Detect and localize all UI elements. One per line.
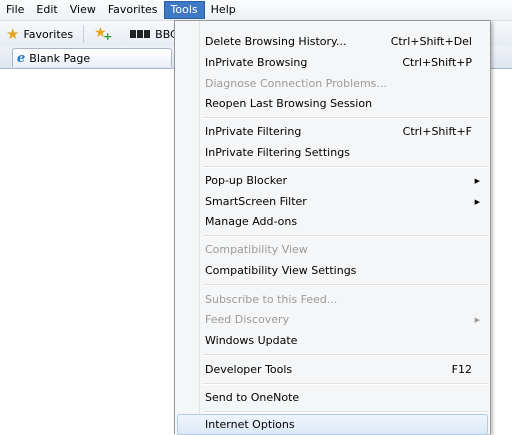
menu-item-label: SmartScreen Filter: [205, 195, 307, 208]
menu-item-inprivate-browsing[interactable]: InPrivate Browsing Ctrl+Shift+P: [177, 52, 488, 73]
menu-item-inprivate-filtering-settings[interactable]: InPrivate Filtering Settings: [177, 142, 488, 163]
menu-item-compatibility-view: Compatibility View: [177, 239, 488, 260]
menu-item-compatibility-view-settings[interactable]: Compatibility View Settings: [177, 260, 488, 281]
menu-help[interactable]: Help: [205, 1, 242, 19]
menu-bar: File Edit View Favorites Tools Help: [0, 0, 512, 20]
favorites-label: Favorites: [23, 27, 74, 41]
add-favorite-icon: ★ +: [94, 25, 113, 43]
menu-item-popup-blocker[interactable]: Pop-up Blocker ▶: [177, 170, 488, 191]
menu-separator: [203, 284, 488, 286]
menu-item-shortcut: Ctrl+Shift+Del: [390, 35, 472, 48]
menu-item-label: InPrivate Filtering: [205, 125, 302, 138]
menu-separator: [203, 117, 488, 119]
menu-item-label: InPrivate Browsing: [205, 56, 308, 69]
menu-item-label: Reopen Last Browsing Session: [205, 97, 373, 110]
menu-tools[interactable]: Tools: [163, 1, 205, 19]
menu-item-label: Internet Options: [205, 418, 295, 431]
menu-item-label: Developer Tools: [205, 363, 293, 376]
menu-item-shortcut: Ctrl+Shift+F: [402, 125, 472, 138]
menu-item-label: Compatibility View Settings: [205, 264, 357, 277]
favorites-button[interactable]: ★ Favorites: [0, 23, 79, 45]
menu-favorites[interactable]: Favorites: [102, 1, 164, 19]
star-icon: ★: [6, 24, 20, 43]
menu-item-label: Manage Add-ons: [205, 215, 298, 228]
menu-item-reopen-last-session[interactable]: Reopen Last Browsing Session: [177, 93, 488, 114]
menu-item-windows-update[interactable]: Windows Update: [177, 330, 488, 351]
submenu-arrow-icon: ▶: [474, 197, 480, 206]
menu-item-send-to-onenote[interactable]: Send to OneNote: [177, 387, 488, 408]
menu-item-label: InPrivate Filtering Settings: [205, 146, 350, 159]
add-to-favorites-bar-button[interactable]: ★ +: [88, 23, 124, 45]
menu-item-subscribe-to-feed: Subscribe to this Feed...: [177, 289, 488, 310]
menu-item-diagnose-connection-problems: Diagnose Connection Problems...: [177, 73, 488, 94]
submenu-arrow-icon: ▶: [474, 176, 480, 185]
menu-item-label: Subscribe to this Feed...: [205, 293, 338, 306]
toolbar-divider: [83, 25, 85, 43]
menu-separator: [203, 383, 488, 385]
menu-item-shortcut: F12: [451, 363, 472, 376]
menu-separator: [203, 235, 488, 237]
submenu-arrow-icon: ▶: [474, 315, 480, 324]
menu-item-smartscreen-filter[interactable]: SmartScreen Filter ▶: [177, 191, 488, 212]
ie-page-icon: e: [17, 50, 26, 66]
menu-item-label: Pop-up Blocker: [205, 174, 288, 187]
menu-item-manage-add-ons[interactable]: Manage Add-ons: [177, 211, 488, 232]
menu-item-inprivate-filtering[interactable]: InPrivate Filtering Ctrl+Shift+F: [177, 121, 488, 142]
menu-separator: [203, 411, 488, 413]
menu-item-label: Delete Browsing History...: [205, 35, 347, 48]
menu-item-label: Feed Discovery: [205, 313, 290, 326]
menu-separator: [203, 166, 488, 168]
tab-title: Blank Page: [29, 51, 91, 65]
menu-item-label: Windows Update: [205, 334, 298, 347]
menu-item-delete-browsing-history[interactable]: Delete Browsing History... Ctrl+Shift+De…: [177, 31, 488, 52]
tools-menu: Delete Browsing History... Ctrl+Shift+De…: [174, 20, 491, 435]
menu-item-label: Send to OneNote: [205, 391, 300, 404]
menu-edit[interactable]: Edit: [30, 1, 63, 19]
bbc-logo-icon: [130, 30, 151, 38]
menu-item-feed-discovery: Feed Discovery ▶: [177, 309, 488, 330]
menu-item-label: Diagnose Connection Problems...: [205, 77, 387, 90]
menu-item-internet-options[interactable]: Internet Options: [177, 414, 488, 435]
menu-item-label: Compatibility View: [205, 243, 308, 256]
menu-separator: [203, 354, 488, 356]
menu-file[interactable]: File: [0, 1, 30, 19]
menu-item-developer-tools[interactable]: Developer Tools F12: [177, 359, 488, 380]
menu-view[interactable]: View: [64, 1, 102, 19]
menu-item-shortcut: Ctrl+Shift+P: [402, 56, 472, 69]
tab-blank-page[interactable]: e Blank Page: [12, 48, 172, 67]
